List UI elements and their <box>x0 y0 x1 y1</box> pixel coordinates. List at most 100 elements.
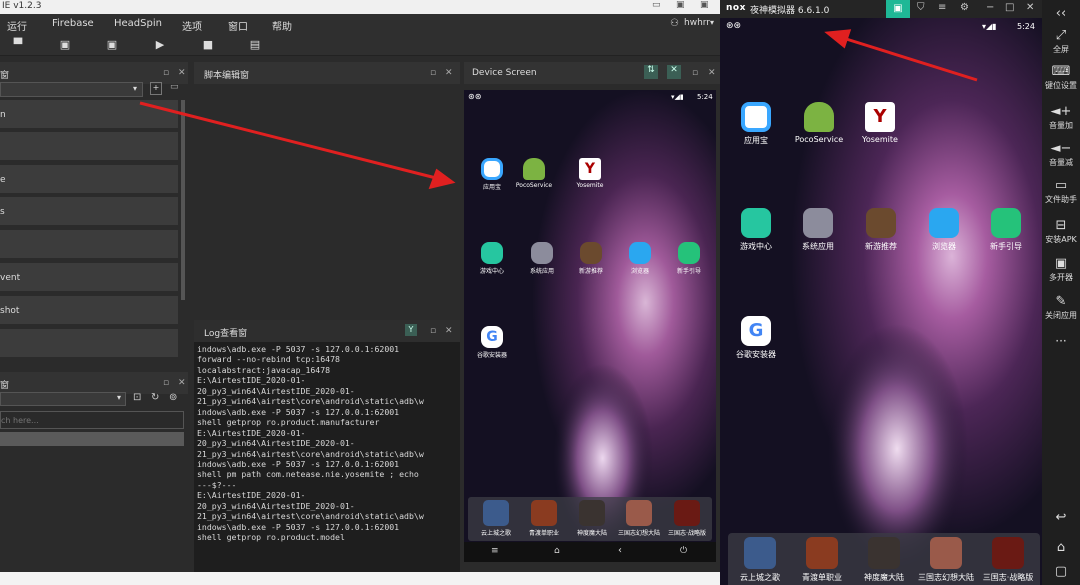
app-guide[interactable]: 新手引导 <box>982 208 1030 252</box>
sidebar-item-fullscreen[interactable]: ⤢ 全屏 <box>1042 28 1080 55</box>
sidebar-item-volume-down[interactable]: ◄− 音量减 <box>1042 141 1080 168</box>
dock-app[interactable]: 云上城之歌 <box>730 537 790 583</box>
device-select[interactable]: ▾ <box>0 82 143 97</box>
list-item[interactable]: e <box>0 165 178 193</box>
menu-icon[interactable]: ≡ <box>491 546 499 556</box>
close-icon[interactable]: ✕ <box>1026 2 1034 13</box>
landscape-icon[interactable]: ⇅ <box>644 65 658 79</box>
app-guide[interactable]: 新手引导 <box>671 242 707 275</box>
app-yingyongbao[interactable]: 应用宝 <box>476 158 508 191</box>
home-icon[interactable]: ⌂ <box>1042 540 1080 556</box>
poco-mode-select[interactable]: ▾ <box>0 392 126 406</box>
app-pocoservice[interactable]: PocoService <box>792 102 846 144</box>
more-button[interactable]: ··· <box>1042 334 1080 348</box>
device-screen[interactable]: ⊛⊛ ▾◢▮ 5:24 应用宝 PocoService Y Yosemite 游… <box>464 90 716 562</box>
app-yosemite[interactable]: Y Yosemite <box>858 102 902 144</box>
open-folder-icon[interactable]: ▀ <box>11 38 25 52</box>
chevron-down-icon[interactable]: ▾ <box>710 18 714 27</box>
home-icon[interactable]: ⌂ <box>554 546 560 556</box>
app-game-center[interactable]: 游戏中心 <box>474 242 510 275</box>
app-system-apps[interactable]: 系统应用 <box>524 242 560 275</box>
user-name[interactable]: hwhrr <box>684 18 710 28</box>
back-arrow-icon[interactable]: ‹‹ <box>1042 6 1080 22</box>
float-icon[interactable]: ▫ <box>163 68 169 78</box>
stop-icon[interactable]: ■ <box>201 38 215 52</box>
dock-app[interactable]: 三国志幻想大陆 <box>616 500 662 537</box>
list-item[interactable] <box>0 329 178 357</box>
minimize-icon[interactable]: − <box>986 2 994 13</box>
lock-icon[interactable]: ⊡ <box>133 392 141 403</box>
dock-app[interactable]: 青渡单职业 <box>522 500 566 537</box>
list-item[interactable]: shot <box>0 296 178 324</box>
close-panel-icon[interactable]: ✕ <box>178 68 186 78</box>
sidebar-item-keymap[interactable]: ⌨ 键位设置 <box>1042 64 1080 91</box>
float-icon[interactable]: ▫ <box>430 68 436 78</box>
fit-screen-icon[interactable]: ✕ <box>667 65 681 79</box>
run-icon[interactable]: ▶ <box>153 38 167 52</box>
power-icon[interactable]: ⏻ <box>680 546 687 556</box>
clear-icon[interactable]: ▭ <box>170 82 182 95</box>
report-icon[interactable]: ▤ <box>248 38 262 52</box>
minimize-icon[interactable]: ▭ <box>652 0 661 10</box>
float-icon[interactable]: ▫ <box>692 68 698 78</box>
user-icon[interactable]: ⚇ <box>670 18 679 29</box>
filter-icon[interactable]: Y <box>405 324 417 336</box>
close-panel-icon[interactable]: ✕ <box>445 68 453 78</box>
poco-tree-root[interactable] <box>0 432 184 446</box>
back-icon[interactable]: ↩ <box>1042 510 1080 526</box>
maximize-icon[interactable]: ▣ <box>676 0 685 10</box>
search-input[interactable] <box>0 411 184 429</box>
maximize-icon[interactable]: □ <box>1005 2 1014 13</box>
dock-app[interactable]: 青渡单职业 <box>792 537 852 583</box>
add-icon[interactable]: + <box>150 82 162 95</box>
gear-icon[interactable]: ⚙ <box>960 2 969 13</box>
list-item[interactable] <box>0 132 178 160</box>
list-item[interactable] <box>0 230 178 258</box>
nox-screen[interactable]: ⊛⊛ ▾◢▮ 5:24 应用宝 PocoService Y Yosemite 游… <box>720 18 1042 585</box>
app-browser[interactable]: 浏览器 <box>920 208 968 252</box>
menu-headspin[interactable]: HeadSpin <box>114 18 162 29</box>
close-panel-icon[interactable]: ✕ <box>178 378 186 388</box>
save-icon[interactable]: ▣ <box>58 38 72 52</box>
sidebar-item-file-helper[interactable]: ▭ 文件助手 <box>1042 178 1080 205</box>
menu-options[interactable]: 选项 <box>182 18 202 33</box>
app-yosemite[interactable]: Y Yosemite <box>572 158 608 189</box>
list-item[interactable]: n <box>0 100 178 128</box>
app-game-center[interactable]: 游戏中心 <box>732 208 780 252</box>
list-item[interactable]: vent <box>0 263 178 291</box>
close-icon[interactable]: ▣ <box>700 0 709 10</box>
sidebar-item-multi-instance[interactable]: ▣ 多开器 <box>1042 256 1080 283</box>
recent-apps-icon[interactable]: ▢ <box>1042 564 1080 580</box>
list-item[interactable]: s <box>0 197 178 225</box>
keyboard-icon[interactable]: ▣ <box>886 0 910 18</box>
menu-window[interactable]: 窗口 <box>228 18 248 33</box>
float-icon[interactable]: ▫ <box>430 326 436 336</box>
sidebar-item-install-apk[interactable]: ⊟ 安装APK <box>1042 218 1080 245</box>
menu-icon[interactable]: ≡ <box>938 2 946 13</box>
record-icon[interactable]: ⊚ <box>169 392 177 403</box>
close-panel-icon[interactable]: ✕ <box>708 68 716 78</box>
back-icon[interactable]: ‹ <box>618 545 622 556</box>
shirt-icon[interactable]: ⛉ <box>917 2 925 13</box>
menu-help[interactable]: 帮助 <box>272 18 292 33</box>
float-icon[interactable]: ▫ <box>163 378 169 388</box>
app-google-installer[interactable]: G 谷歌安装器 <box>730 316 782 360</box>
app-yingyongbao[interactable]: 应用宝 <box>734 102 778 146</box>
sidebar-item-close-app[interactable]: ✎ 关闭应用 <box>1042 294 1080 321</box>
app-system-apps[interactable]: 系统应用 <box>794 208 842 252</box>
dock-app[interactable]: 神度魔大陆 <box>854 537 914 583</box>
app-google-installer[interactable]: G 谷歌安装器 <box>472 326 512 359</box>
app-new-games[interactable]: 新游推荐 <box>857 208 905 252</box>
menu-firebase[interactable]: Firebase <box>52 18 94 29</box>
dock-app[interactable]: 三国志·战略版 <box>976 537 1040 583</box>
dock-app[interactable]: 云上城之歌 <box>474 500 518 537</box>
save-as-icon[interactable]: ▣ <box>105 38 119 52</box>
scrollbar[interactable] <box>181 100 185 300</box>
sidebar-item-volume-up[interactable]: ◄+ 音量加 <box>1042 104 1080 131</box>
dock-app[interactable]: 神度魔大陆 <box>570 500 614 537</box>
menu-run[interactable]: 运行 <box>7 18 27 33</box>
dock-app[interactable]: 三国志幻想大陆 <box>914 537 978 583</box>
refresh-icon[interactable]: ↻ <box>151 392 159 403</box>
app-browser[interactable]: 浏览器 <box>622 242 658 275</box>
app-new-games[interactable]: 新游推荐 <box>573 242 609 275</box>
